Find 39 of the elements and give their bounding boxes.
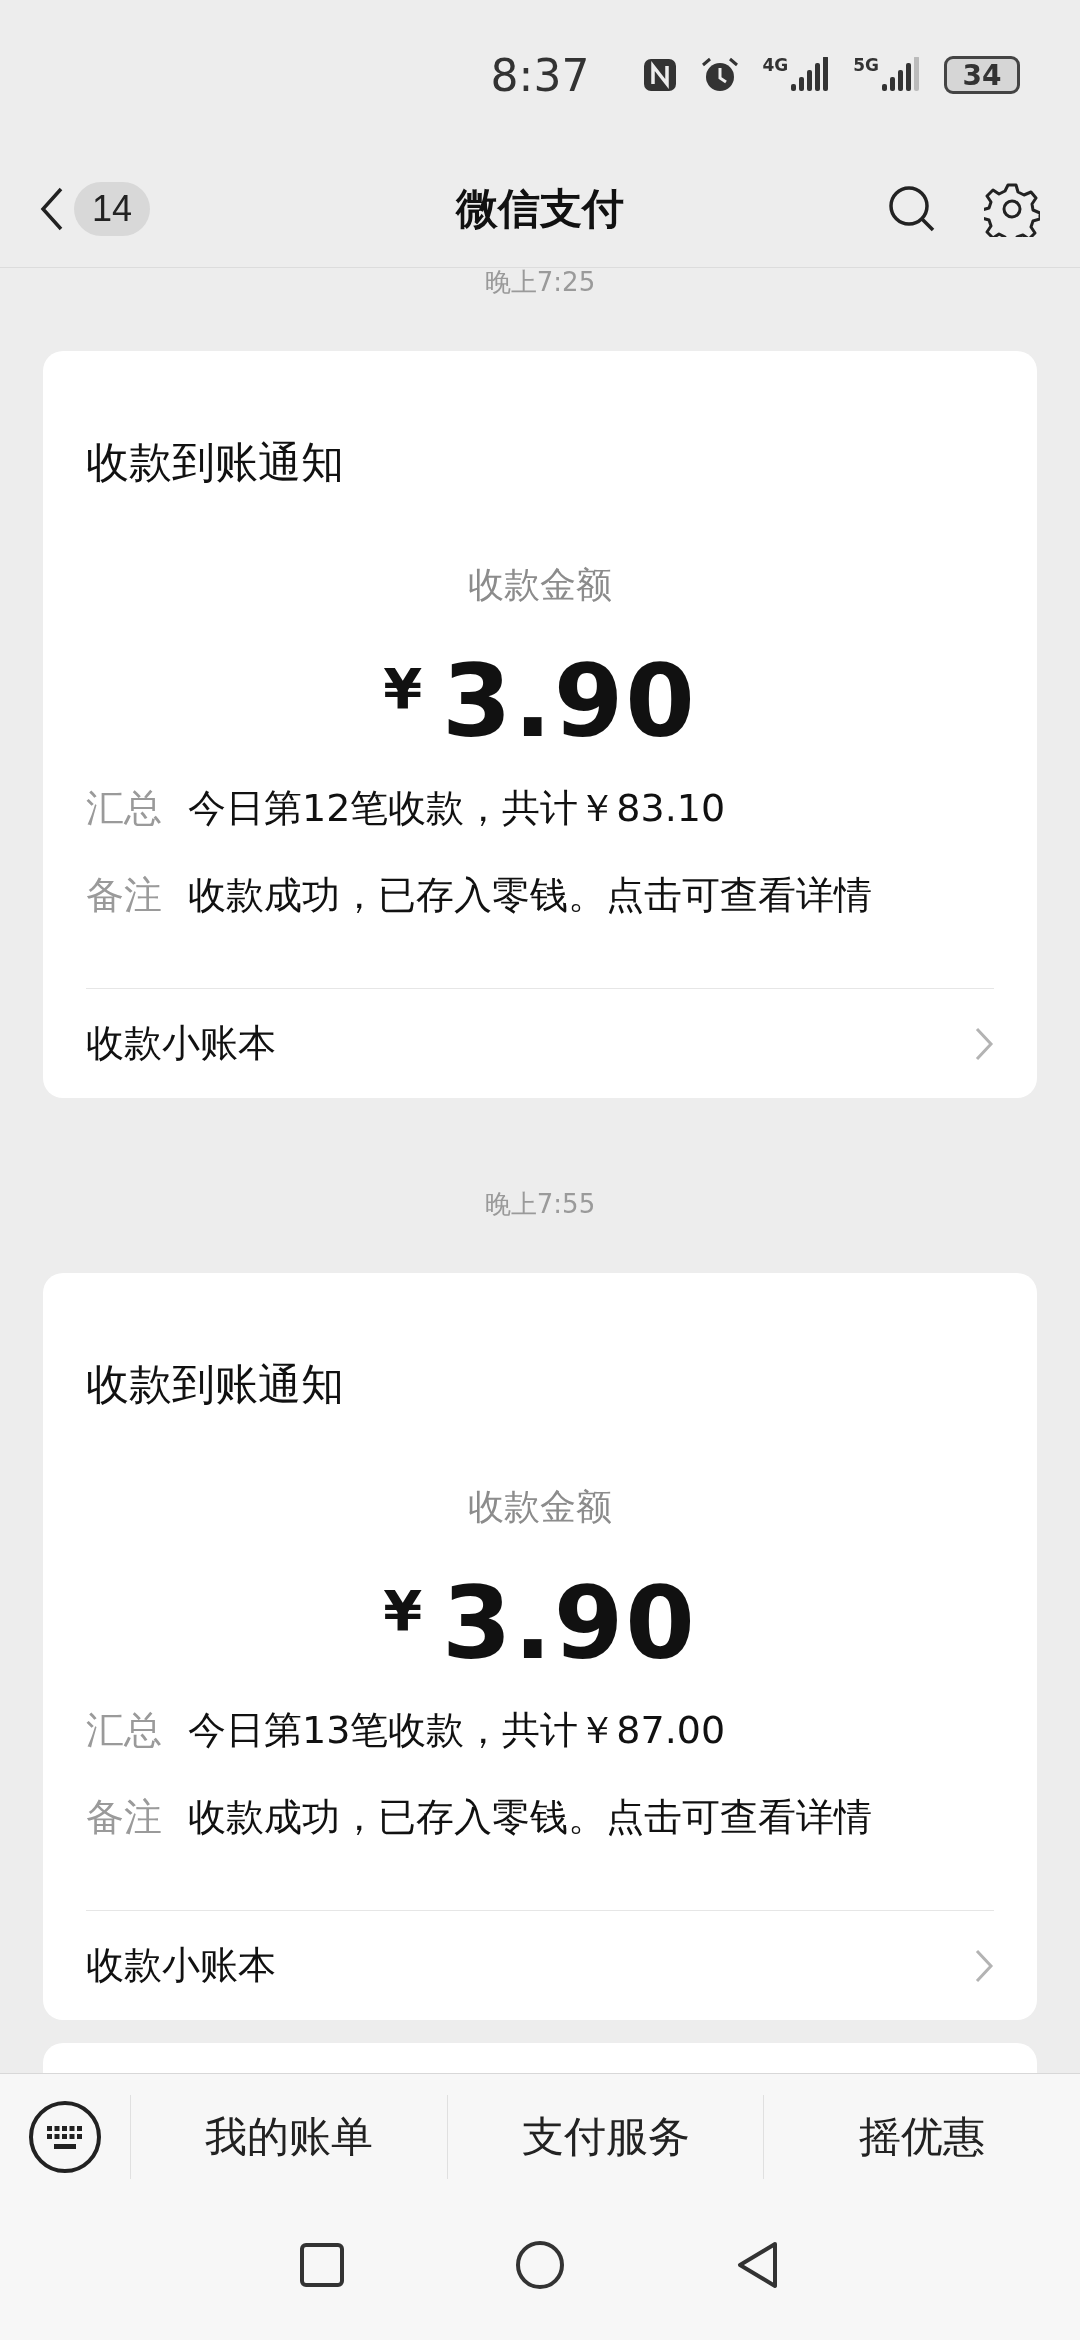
field-label: 备注 <box>86 1794 162 1841</box>
field-value: 收款成功，已存入零钱。点击可查看详情 <box>188 872 872 919</box>
currency-sign: ¥ <box>383 656 423 721</box>
battery-indicator: 34 <box>944 56 1020 94</box>
menu-tab[interactable]: 支付服务 <box>446 2095 764 2179</box>
ledger-link[interactable]: 收款小账本 <box>86 1910 994 2020</box>
amount-value: 3.90 <box>442 642 697 760</box>
field-label: 备注 <box>86 872 162 919</box>
unread-count: 14 <box>74 181 151 236</box>
ledger-link[interactable]: 收款小账本 <box>86 988 994 1098</box>
amount-value: 3.90 <box>442 1564 697 1682</box>
message-time: 晚上7:25 <box>484 268 596 297</box>
chevron-right-icon <box>974 1025 994 1062</box>
back-button[interactable]: 14 <box>40 181 151 236</box>
amount-label: 收款金额 <box>468 1485 612 1529</box>
page-title: 微信支付 <box>456 182 624 235</box>
field-label: 汇总 <box>86 1707 162 1754</box>
menu-tab[interactable]: 我的账单 <box>130 2095 447 2179</box>
network-label: 4G <box>762 55 789 75</box>
payment-card[interactable]: 收款到账通知 收款金额 ¥ 3.90 汇总 今日第12笔收款，共计￥83.10 备注 收款成功，已存入零钱。点击可查看详情 收款小账本 <box>43 351 1037 1098</box>
chevron-right-icon <box>974 1947 994 1984</box>
currency-sign: ¥ <box>383 1578 423 1643</box>
card-title: 收款到账通知 <box>86 437 345 487</box>
card-title: 收款到账通知 <box>86 1359 345 1409</box>
payment-card[interactable]: 收款到账通知 收款金额 ¥ 3.90 汇总 今日第13笔收款，共计￥87.00 备注 收款成功，已存入零钱。点击可查看详情 收款小账本 <box>43 1273 1037 2020</box>
field-value: 收款成功，已存入零钱。点击可查看详情 <box>188 1794 872 1841</box>
field-label: 汇总 <box>86 785 162 832</box>
menu-tab[interactable]: 摇优惠 <box>763 2095 1080 2179</box>
message-time: 晚上7:55 <box>484 1189 596 1219</box>
field-value: 今日第12笔收款，共计￥83.10 <box>188 785 726 832</box>
alarm-icon <box>700 56 741 94</box>
amount-label: 收款金额 <box>468 563 612 607</box>
home-icon[interactable] <box>515 2240 565 2290</box>
field-value: 今日第13笔收款，共计￥87.00 <box>188 1707 726 1754</box>
network-label: 5G <box>853 55 879 75</box>
nfc-icon <box>642 57 679 93</box>
clock-time: 8:37 <box>490 50 590 101</box>
recents-icon[interactable] <box>299 2242 345 2288</box>
back-icon <box>40 186 64 231</box>
